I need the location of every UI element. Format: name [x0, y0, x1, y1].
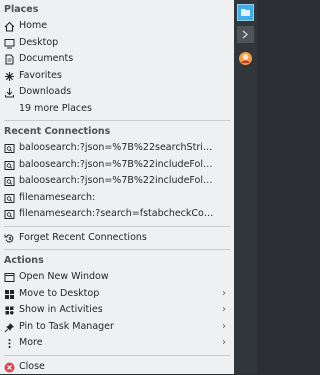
desktop-icon [4, 38, 15, 49]
place-favorites[interactable]: Favorites [0, 68, 234, 85]
section-recent-heading: Recent Connections [0, 124, 234, 140]
task-button[interactable] [237, 50, 254, 67]
task-button[interactable] [237, 26, 254, 43]
separator [4, 226, 230, 227]
recent-label: baloosearch:?json=%7B%22includeFolder%22… [19, 173, 215, 190]
recent-connection[interactable]: filenamesearch: [0, 190, 234, 207]
place-documents[interactable]: Documents [0, 51, 234, 68]
more-actions[interactable]: More › [0, 335, 234, 352]
close-button[interactable]: Close [0, 359, 234, 375]
star-icon [4, 71, 15, 82]
show-in-activities[interactable]: Show in Activities › [0, 302, 234, 319]
window-icon [4, 272, 15, 283]
chevron-right-icon: › [222, 302, 226, 319]
recent-label: baloosearch:?json=%7B%22includeFolder%22… [19, 157, 215, 174]
forget-icon [4, 233, 15, 244]
action-label: Pin to Task Manager [19, 319, 114, 336]
open-new-window[interactable]: Open New Window [0, 269, 234, 286]
recent-connection[interactable]: baloosearch:?json=%7B%22includeFolder%22… [0, 173, 234, 190]
chevron-right-icon: › [222, 286, 226, 303]
place-label: Documents [19, 51, 73, 68]
place-home[interactable]: Home [0, 18, 234, 35]
forget-label: Forget Recent Connections [19, 230, 147, 247]
more-icon [4, 338, 15, 349]
grid-icon [4, 289, 15, 300]
forget-recent-button[interactable]: Forget Recent Connections [0, 230, 234, 247]
place-label: Desktop [19, 35, 58, 52]
more-places-label: 19 more Places [19, 101, 92, 118]
action-label: Open New Window [19, 269, 109, 286]
action-label: More [19, 335, 43, 352]
pin-to-task-manager[interactable]: Pin to Task Manager › [0, 319, 234, 336]
documents-icon [4, 54, 15, 65]
section-actions-heading: Actions [0, 253, 234, 269]
recent-connection[interactable]: baloosearch:?json=%7B%22searchString%22:… [0, 140, 234, 157]
download-icon [4, 87, 15, 98]
task-button-active[interactable] [237, 4, 254, 21]
close-label: Close [19, 359, 45, 375]
recent-connection[interactable]: filenamesearch:?search=fstabcheckContent… [0, 206, 234, 223]
recent-connection[interactable]: baloosearch:?json=%7B%22includeFolder%22… [0, 157, 234, 174]
search-file-icon [4, 160, 15, 171]
close-icon [4, 362, 15, 373]
place-desktop[interactable]: Desktop [0, 35, 234, 52]
separator [4, 355, 230, 356]
place-label: Favorites [19, 68, 62, 85]
search-file-icon [4, 176, 15, 187]
search-file-icon [4, 209, 15, 220]
recent-label: filenamesearch: [19, 190, 95, 207]
separator [4, 120, 230, 121]
place-label: Downloads [19, 84, 71, 101]
file-manager-icon [238, 5, 253, 20]
move-to-desktop[interactable]: Move to Desktop › [0, 286, 234, 303]
recent-label: baloosearch:?json=%7B%22searchString%22:… [19, 140, 215, 157]
section-places-heading: Places [0, 2, 234, 18]
place-label: Home [19, 18, 47, 35]
search-file-icon [4, 193, 15, 204]
more-places[interactable]: 19 more Places [0, 101, 234, 118]
pin-icon [4, 322, 15, 333]
app-icon [237, 50, 254, 67]
action-label: Move to Desktop [19, 286, 99, 303]
task-manager-strip [234, 0, 257, 374]
chevron-right-icon: › [222, 319, 226, 336]
terminal-icon [237, 26, 254, 43]
place-downloads[interactable]: Downloads [0, 84, 234, 101]
recent-label: filenamesearch:?search=fstabcheckContent… [19, 206, 215, 223]
home-icon [4, 21, 15, 32]
context-menu: Places Home Desktop Documents Favorites … [0, 0, 234, 374]
action-label: Show in Activities [19, 302, 103, 319]
search-file-icon [4, 143, 15, 154]
separator [4, 249, 230, 250]
activities-icon [4, 305, 15, 316]
chevron-right-icon: › [222, 335, 226, 352]
